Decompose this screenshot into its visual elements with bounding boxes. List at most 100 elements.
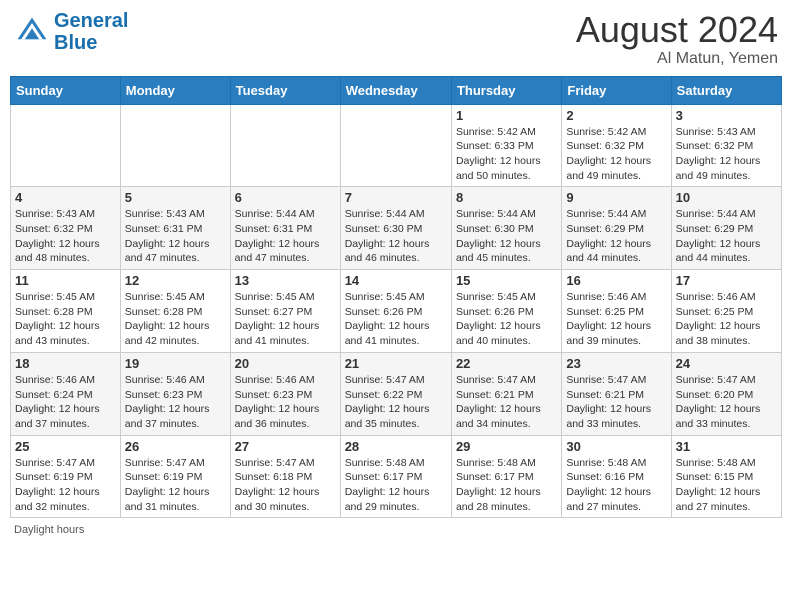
day-cell: 30 Sunrise: 5:48 AMSunset: 6:16 PMDayligh… [562, 435, 671, 518]
day-info: Sunrise: 5:46 AMSunset: 6:23 PMDaylight:… [125, 373, 226, 432]
week-row-5: 25 Sunrise: 5:47 AMSunset: 6:19 PMDayligh… [11, 435, 782, 518]
day-cell: 3 Sunrise: 5:43 AMSunset: 6:32 PMDaylight… [671, 104, 781, 187]
day-number: 6 [235, 190, 336, 205]
day-info: Sunrise: 5:46 AMSunset: 6:25 PMDaylight:… [566, 290, 666, 349]
day-number: 27 [235, 439, 336, 454]
footer: Daylight hours [10, 524, 782, 536]
day-number: 30 [566, 439, 666, 454]
day-cell: 29 Sunrise: 5:48 AMSunset: 6:17 PMDayligh… [451, 435, 561, 518]
day-number: 19 [125, 356, 226, 371]
day-cell: 21 Sunrise: 5:47 AMSunset: 6:22 PMDayligh… [340, 352, 451, 435]
day-info: Sunrise: 5:44 AMSunset: 6:29 PMDaylight:… [566, 207, 666, 266]
day-info: Sunrise: 5:47 AMSunset: 6:22 PMDaylight:… [345, 373, 447, 432]
day-number: 21 [345, 356, 447, 371]
day-info: Sunrise: 5:46 AMSunset: 6:25 PMDaylight:… [676, 290, 777, 349]
day-cell: 28 Sunrise: 5:48 AMSunset: 6:17 PMDayligh… [340, 435, 451, 518]
page-header: General Blue August 2024 Al Matun, Yemen [10, 10, 782, 68]
day-cell: 27 Sunrise: 5:47 AMSunset: 6:18 PMDayligh… [230, 435, 340, 518]
day-info: Sunrise: 5:45 AMSunset: 6:26 PMDaylight:… [345, 290, 447, 349]
day-info: Sunrise: 5:47 AMSunset: 6:18 PMDaylight:… [235, 456, 336, 515]
day-cell: 20 Sunrise: 5:46 AMSunset: 6:23 PMDayligh… [230, 352, 340, 435]
week-row-1: 1 Sunrise: 5:42 AMSunset: 6:33 PMDaylight… [11, 104, 782, 187]
day-number: 31 [676, 439, 777, 454]
day-info: Sunrise: 5:48 AMSunset: 6:16 PMDaylight:… [566, 456, 666, 515]
header-row: SundayMondayTuesdayWednesdayThursdayFrid… [11, 76, 782, 104]
day-number: 10 [676, 190, 777, 205]
day-number: 7 [345, 190, 447, 205]
day-cell: 5 Sunrise: 5:43 AMSunset: 6:31 PMDaylight… [120, 187, 230, 270]
day-number: 1 [456, 108, 557, 123]
day-number: 15 [456, 273, 557, 288]
day-number: 28 [345, 439, 447, 454]
day-info: Sunrise: 5:47 AMSunset: 6:21 PMDaylight:… [456, 373, 557, 432]
location: Al Matun, Yemen [576, 50, 778, 68]
day-number: 14 [345, 273, 447, 288]
day-info: Sunrise: 5:48 AMSunset: 6:17 PMDaylight:… [345, 456, 447, 515]
day-info: Sunrise: 5:45 AMSunset: 6:27 PMDaylight:… [235, 290, 336, 349]
day-cell: 7Sunrise: 5:44 AMSunset: 6:30 PMDaylight… [340, 187, 451, 270]
day-info: Sunrise: 5:43 AMSunset: 6:32 PMDaylight:… [676, 125, 777, 184]
calendar-table: SundayMondayTuesdayWednesdayThursdayFrid… [10, 76, 782, 519]
day-number: 5 [125, 190, 226, 205]
week-row-2: 4Sunrise: 5:43 AMSunset: 6:32 PMDaylight… [11, 187, 782, 270]
day-info: Sunrise: 5:44 AMSunset: 6:30 PMDaylight:… [456, 207, 557, 266]
day-cell: 31 Sunrise: 5:48 AMSunset: 6:15 PMDayligh… [671, 435, 781, 518]
day-cell: 9Sunrise: 5:44 AMSunset: 6:29 PMDaylight… [562, 187, 671, 270]
day-cell [120, 104, 230, 187]
week-row-3: 11 Sunrise: 5:45 AMSunset: 6:28 PMDayligh… [11, 270, 782, 353]
day-cell: 11 Sunrise: 5:45 AMSunset: 6:28 PMDayligh… [11, 270, 121, 353]
day-number: 29 [456, 439, 557, 454]
day-number: 17 [676, 273, 777, 288]
day-cell: 14 Sunrise: 5:45 AMSunset: 6:26 PMDayligh… [340, 270, 451, 353]
day-cell: 12 Sunrise: 5:45 AMSunset: 6:28 PMDayligh… [120, 270, 230, 353]
day-info: Sunrise: 5:42 AMSunset: 6:32 PMDaylight:… [566, 125, 666, 184]
logo-text: General Blue [54, 10, 128, 54]
day-number: 26 [125, 439, 226, 454]
day-cell [230, 104, 340, 187]
title-block: August 2024 Al Matun, Yemen [576, 10, 778, 68]
day-number: 16 [566, 273, 666, 288]
day-info: Sunrise: 5:45 AMSunset: 6:28 PMDaylight:… [15, 290, 116, 349]
day-number: 12 [125, 273, 226, 288]
day-info: Sunrise: 5:45 AMSunset: 6:28 PMDaylight:… [125, 290, 226, 349]
day-cell: 17 Sunrise: 5:46 AMSunset: 6:25 PMDayligh… [671, 270, 781, 353]
day-number: 13 [235, 273, 336, 288]
day-info: Sunrise: 5:46 AMSunset: 6:24 PMDaylight:… [15, 373, 116, 432]
day-info: Sunrise: 5:42 AMSunset: 6:33 PMDaylight:… [456, 125, 557, 184]
day-cell [340, 104, 451, 187]
day-info: Sunrise: 5:48 AMSunset: 6:15 PMDaylight:… [676, 456, 777, 515]
day-cell: 23Sunrise: 5:47 AMSunset: 6:21 PMDayligh… [562, 352, 671, 435]
day-number: 11 [15, 273, 116, 288]
day-cell: 19 Sunrise: 5:46 AMSunset: 6:23 PMDayligh… [120, 352, 230, 435]
day-number: 20 [235, 356, 336, 371]
day-cell: 2 Sunrise: 5:42 AMSunset: 6:32 PMDaylight… [562, 104, 671, 187]
day-cell: 6Sunrise: 5:44 AMSunset: 6:31 PMDaylight… [230, 187, 340, 270]
day-header-saturday: Saturday [671, 76, 781, 104]
day-info: Sunrise: 5:45 AMSunset: 6:26 PMDaylight:… [456, 290, 557, 349]
month-year: August 2024 [576, 10, 778, 50]
day-number: 23 [566, 356, 666, 371]
day-header-tuesday: Tuesday [230, 76, 340, 104]
day-info: Sunrise: 5:44 AMSunset: 6:29 PMDaylight:… [676, 207, 777, 266]
logo: General Blue [14, 10, 128, 54]
logo-icon [14, 14, 50, 50]
day-info: Sunrise: 5:47 AMSunset: 6:19 PMDaylight:… [15, 456, 116, 515]
day-number: 3 [676, 108, 777, 123]
day-info: Sunrise: 5:47 AMSunset: 6:20 PMDaylight:… [676, 373, 777, 432]
week-row-4: 18Sunrise: 5:46 AMSunset: 6:24 PMDayligh… [11, 352, 782, 435]
day-info: Sunrise: 5:43 AMSunset: 6:31 PMDaylight:… [125, 207, 226, 266]
day-number: 24 [676, 356, 777, 371]
day-number: 25 [15, 439, 116, 454]
day-cell: 1 Sunrise: 5:42 AMSunset: 6:33 PMDaylight… [451, 104, 561, 187]
day-cell: 26Sunrise: 5:47 AMSunset: 6:19 PMDayligh… [120, 435, 230, 518]
day-cell: 24 Sunrise: 5:47 AMSunset: 6:20 PMDayligh… [671, 352, 781, 435]
day-header-thursday: Thursday [451, 76, 561, 104]
day-cell: 13 Sunrise: 5:45 AMSunset: 6:27 PMDayligh… [230, 270, 340, 353]
day-header-sunday: Sunday [11, 76, 121, 104]
day-cell: 25 Sunrise: 5:47 AMSunset: 6:19 PMDayligh… [11, 435, 121, 518]
day-cell: 8Sunrise: 5:44 AMSunset: 6:30 PMDaylight… [451, 187, 561, 270]
day-info: Sunrise: 5:48 AMSunset: 6:17 PMDaylight:… [456, 456, 557, 515]
day-number: 2 [566, 108, 666, 123]
day-info: Sunrise: 5:46 AMSunset: 6:23 PMDaylight:… [235, 373, 336, 432]
day-cell: 4Sunrise: 5:43 AMSunset: 6:32 PMDaylight… [11, 187, 121, 270]
